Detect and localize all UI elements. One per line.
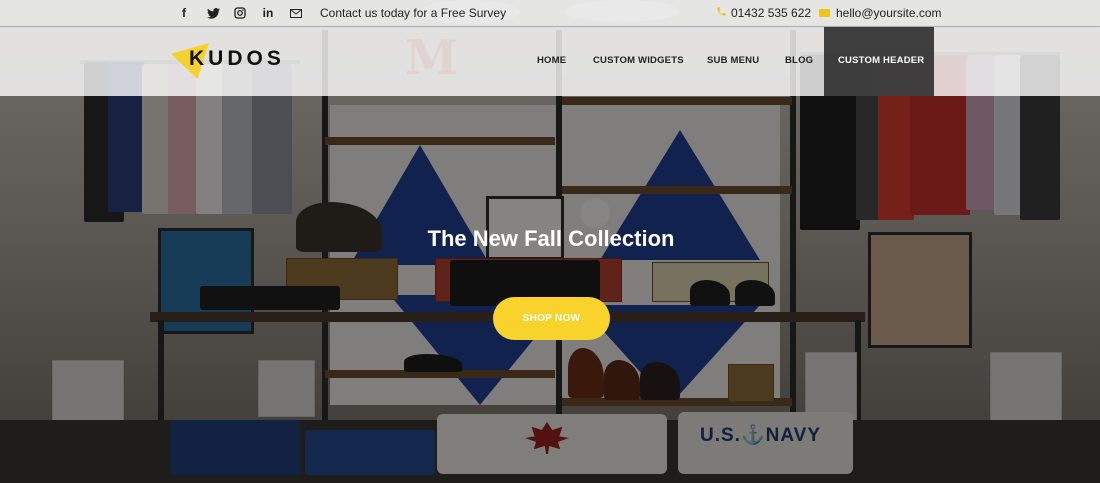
top-bar: f in Contact us today for a Free Survey … — [0, 0, 1100, 27]
site-header: KUDOS HOME CUSTOM WIDGETS SUB MENU BLOG … — [0, 27, 1100, 96]
nav-item-sub-menu[interactable]: SUB MENU — [707, 55, 759, 66]
site-logo[interactable]: KUDOS — [167, 37, 307, 83]
mail-icon[interactable] — [286, 0, 306, 26]
email-icon — [819, 9, 830, 17]
phone-number[interactable]: 01432 535 622 — [731, 6, 811, 20]
shop-now-button[interactable]: SHOP NOW — [493, 297, 610, 340]
facebook-icon[interactable]: f — [174, 0, 194, 26]
nav-item-blog[interactable]: BLOG — [785, 55, 813, 66]
nav-item-custom-widgets[interactable]: CUSTOM WIDGETS — [593, 55, 684, 66]
phone-icon — [716, 6, 727, 20]
logo-text: KUDOS — [189, 47, 285, 70]
twitter-icon[interactable] — [203, 0, 223, 26]
facebook-glyph: f — [182, 6, 186, 20]
hero-title: The New Fall Collection — [427, 226, 675, 251]
linkedin-icon[interactable]: in — [258, 0, 278, 26]
contact-text: Contact us today for a Free Survey — [320, 6, 507, 20]
instagram-icon[interactable] — [230, 0, 250, 26]
linkedin-glyph: in — [262, 6, 274, 20]
nav-item-custom-header-label[interactable]: CUSTOM HEADER — [838, 55, 924, 66]
nav-item-home[interactable]: HOME — [537, 55, 566, 66]
email-address[interactable]: hello@yoursite.com — [836, 6, 942, 20]
